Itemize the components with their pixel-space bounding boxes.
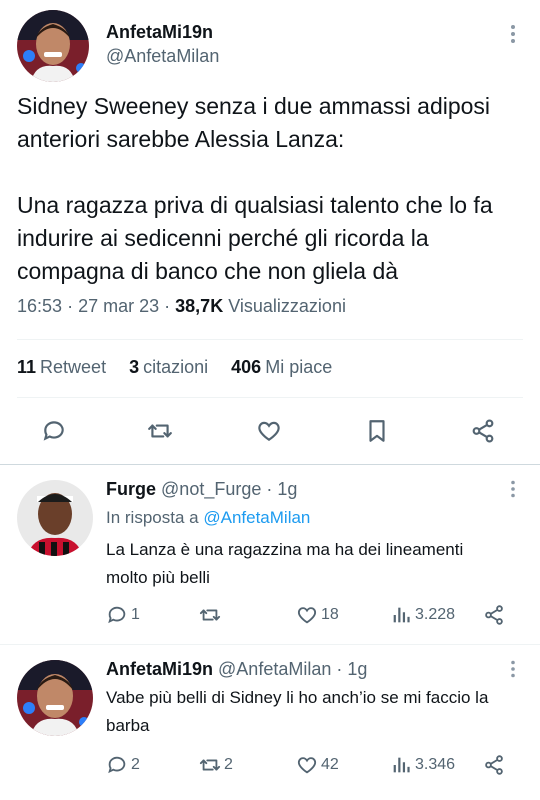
reply-author[interactable]: AnfetaMi19n @AnfetaMilan · 1g — [106, 659, 367, 680]
retweet-icon[interactable] — [147, 418, 173, 444]
separator: · — [164, 296, 171, 316]
reply-action[interactable]: 1 — [106, 604, 140, 626]
reply-to-link[interactable]: @AnfetaMilan — [203, 508, 310, 527]
reply-text: La Lanza è una ragazzina ma ha dei linea… — [106, 540, 464, 587]
reply-handle[interactable]: @AnfetaMilan — [218, 659, 331, 679]
reply-age: · 1g — [336, 659, 368, 679]
reply-author[interactable]: Furge @not_Furge · 1g — [106, 479, 297, 500]
like-action[interactable]: 42 — [296, 754, 339, 776]
likes-stat[interactable]: 406 Mi piace — [231, 357, 332, 377]
share-action[interactable] — [483, 604, 508, 626]
reply-handle[interactable]: @not_Furge — [161, 479, 261, 499]
share-action[interactable] — [483, 754, 508, 776]
views-label: Visualizzazioni — [228, 296, 346, 316]
reply-avatar[interactable] — [17, 660, 93, 736]
more-icon[interactable] — [508, 480, 518, 498]
reply-text: Vabe più belli di Sidney li ho anch’io s… — [106, 688, 489, 735]
divider — [17, 397, 523, 398]
retweet-action[interactable] — [199, 604, 224, 626]
tweet-time[interactable]: 16:53 — [17, 296, 62, 316]
divider — [17, 339, 523, 340]
reply-avatar[interactable] — [17, 480, 93, 556]
more-icon[interactable] — [508, 24, 518, 44]
quotes-stat[interactable]: 3 citazioni — [129, 357, 208, 377]
views-action[interactable]: 3.228 — [390, 604, 455, 626]
tweet-date[interactable]: 27 mar 23 — [78, 296, 159, 316]
author-avatar[interactable] — [17, 10, 89, 82]
reply-icon[interactable] — [41, 418, 67, 444]
tweet-text: Sidney Sweeney senza i due ammassi adipo… — [17, 93, 493, 284]
more-icon[interactable] — [508, 660, 518, 678]
tweet-stats: 11 Retweet 3 citazioni 406 Mi piace — [17, 357, 350, 378]
retweet-action[interactable]: 2 — [199, 754, 233, 776]
retweets-stat[interactable]: 11 Retweet — [17, 357, 106, 377]
section-divider — [0, 644, 540, 645]
bookmark-icon[interactable] — [364, 418, 390, 444]
like-icon[interactable] — [256, 418, 282, 444]
reply-age: · 1g — [266, 479, 298, 499]
views-count: 38,7K — [175, 296, 224, 316]
reply-action[interactable]: 2 — [106, 754, 140, 776]
section-divider — [0, 464, 540, 465]
tweet-meta: 16:53 · 27 mar 23 · 38,7K Visualizzazion… — [17, 296, 346, 317]
reply-context: In risposta a @AnfetaMilan — [106, 508, 311, 527]
views-action[interactable]: 3.346 — [390, 754, 455, 776]
author-name[interactable]: AnfetaMi19n — [106, 22, 213, 43]
share-icon[interactable] — [470, 418, 496, 444]
author-handle[interactable]: @AnfetaMilan — [106, 46, 219, 67]
like-action[interactable]: 18 — [296, 604, 339, 626]
separator: · — [67, 296, 74, 316]
